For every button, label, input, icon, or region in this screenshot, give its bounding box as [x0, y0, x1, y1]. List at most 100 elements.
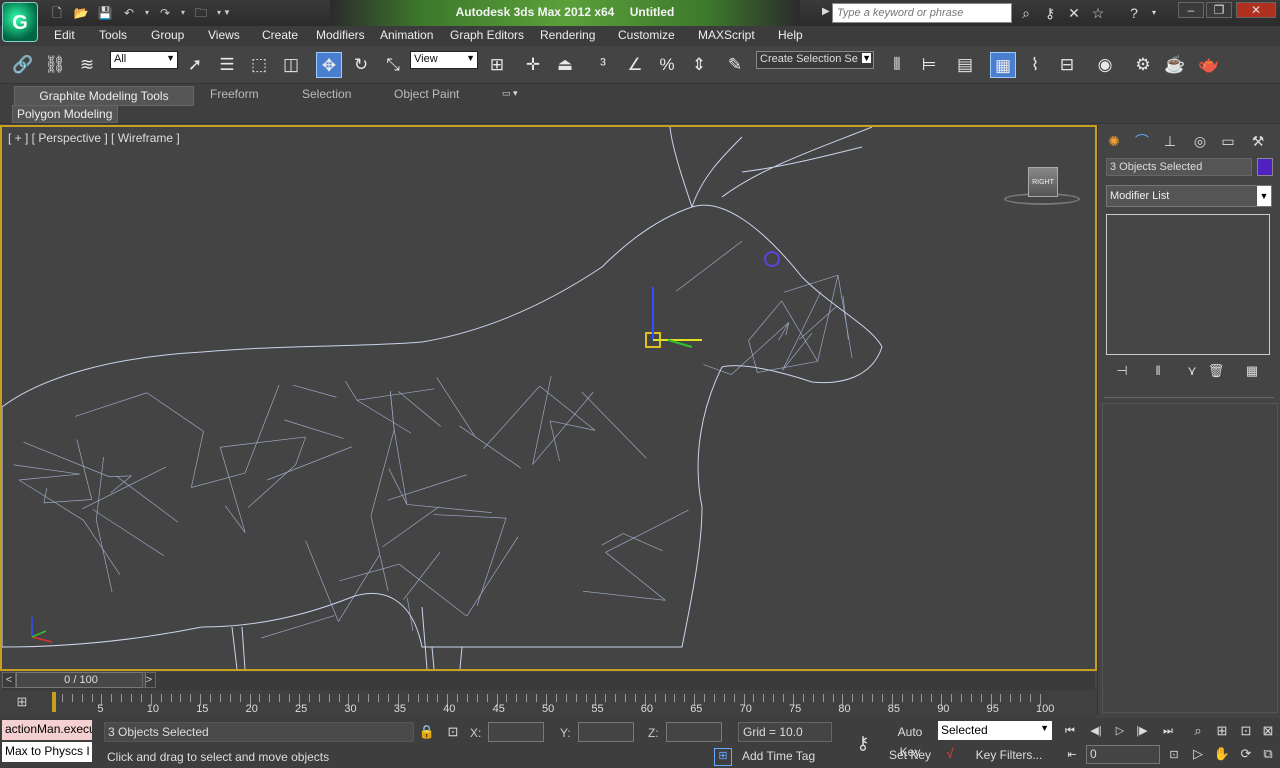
- modifier-stack[interactable]: [1106, 214, 1270, 355]
- set-key-button[interactable]: Set Key: [886, 745, 934, 765]
- snaps-toggle-icon[interactable]: ³: [590, 52, 616, 78]
- play-icon[interactable]: ▷: [1110, 722, 1130, 740]
- absolute-mode-transform-icon[interactable]: ⊡: [444, 724, 462, 742]
- deer-wireframe-model[interactable]: [2, 127, 1095, 669]
- render-production-teapot-icon[interactable]: 🫖: [1196, 52, 1222, 78]
- rectangular-selection-region-icon[interactable]: ⬚: [246, 52, 272, 78]
- angle-snap-toggle-icon[interactable]: ∠: [622, 52, 648, 78]
- maximize-viewport-toggle-icon[interactable]: ⧉: [1258, 744, 1278, 764]
- make-unique-icon[interactable]: ⋎: [1182, 363, 1202, 381]
- menu-views[interactable]: Views: [208, 28, 240, 42]
- material-editor-icon[interactable]: ◉: [1092, 52, 1118, 78]
- help-dropdown-icon[interactable]: ▾: [1144, 4, 1164, 22]
- hierarchy-tab-icon[interactable]: ⊥: [1158, 129, 1182, 153]
- search-expand-icon[interactable]: ▶: [822, 6, 830, 17]
- pan-view-hand-icon[interactable]: ✋: [1212, 744, 1232, 764]
- close-button[interactable]: ✕: [1236, 2, 1276, 18]
- unlink-selection-icon[interactable]: ⛓: [42, 52, 68, 78]
- go-to-end-icon[interactable]: ⏭: [1158, 722, 1178, 740]
- create-tab-sun-icon[interactable]: ✺: [1102, 129, 1126, 153]
- configure-modifier-sets-icon[interactable]: ▦: [1242, 363, 1262, 381]
- percent-snap-toggle-icon[interactable]: %: [654, 52, 680, 78]
- track-bar[interactable]: ⊞ 5 10 15 20 25 30 35 40 45 50 55 60 65 70 75 80 85 90 95 1…: [0, 690, 1097, 718]
- redo-dropdown-icon[interactable]: ▾: [174, 5, 192, 21]
- help-icon[interactable]: ?: [1124, 4, 1144, 22]
- save-file-icon[interactable]: 💾: [96, 5, 114, 21]
- menu-edit[interactable]: Edit: [54, 28, 75, 42]
- utilities-tab-hammer-icon[interactable]: ⚒: [1246, 129, 1270, 153]
- orbit-icon[interactable]: ⟳: [1236, 744, 1256, 764]
- ribbon-tab-object-paint[interactable]: Object Paint: [394, 87, 459, 101]
- previous-frame-icon[interactable]: ◀|: [1086, 722, 1106, 740]
- y-coordinate-field[interactable]: [578, 722, 634, 742]
- select-and-link-icon[interactable]: 🔗: [10, 52, 36, 78]
- keyboard-shortcut-override-icon[interactable]: ⏏: [552, 52, 578, 78]
- select-and-move-icon[interactable]: ✥: [316, 52, 342, 78]
- edit-named-selection-sets-icon[interactable]: ✎: [722, 52, 748, 78]
- zoom-extents-icon[interactable]: ⊡: [1236, 721, 1256, 741]
- object-name-field[interactable]: 3 Objects Selected: [1106, 158, 1252, 176]
- current-frame-field[interactable]: 0: [1086, 745, 1160, 764]
- redo-icon[interactable]: ↷: [156, 5, 174, 21]
- application-menu-button[interactable]: G: [2, 2, 38, 42]
- menu-help[interactable]: Help: [778, 28, 803, 42]
- subscription-key-icon[interactable]: ⚷: [1040, 4, 1060, 22]
- maxscript-listener-input[interactable]: Max to Physcs I: [2, 742, 92, 762]
- time-slider-prev-button[interactable]: <: [2, 672, 16, 688]
- mirror-icon[interactable]: ⫴: [884, 52, 910, 78]
- reference-coordinate-dropdown[interactable]: View ▼: [410, 51, 478, 69]
- time-slider-thumb[interactable]: 0 / 100: [16, 672, 146, 688]
- current-frame-marker[interactable]: [52, 692, 56, 712]
- customize-quick-access-icon[interactable]: ▼: [218, 5, 236, 21]
- project-folder-icon[interactable]: 🗀: [192, 5, 210, 21]
- menu-group[interactable]: Group: [151, 28, 184, 42]
- rendered-frame-window-icon[interactable]: ☕: [1162, 52, 1188, 78]
- zoom-extents-all-icon[interactable]: ⊠: [1258, 721, 1278, 741]
- show-end-result-icon[interactable]: ‖: [1148, 363, 1168, 381]
- spinner-snap-toggle-icon[interactable]: ⇕: [686, 52, 712, 78]
- ribbon-tab-selection[interactable]: Selection: [302, 87, 351, 101]
- schematic-view-icon[interactable]: ⊟: [1054, 52, 1080, 78]
- render-setup-icon[interactable]: ⚙: [1130, 52, 1156, 78]
- zoom-all-icon[interactable]: ⊞: [1212, 721, 1232, 741]
- select-and-rotate-icon[interactable]: ↻: [348, 52, 374, 78]
- mini-curve-editor-icon[interactable]: ⊞: [10, 694, 34, 710]
- curve-editor-icon[interactable]: ⌇: [1022, 52, 1048, 78]
- menu-maxscript[interactable]: MAXScript: [698, 28, 755, 42]
- gizmo-z-axis[interactable]: [667, 339, 693, 348]
- key-filters-button[interactable]: Key Filters...: [966, 745, 1052, 765]
- set-keys-key-icon[interactable]: ⚷: [846, 728, 880, 758]
- key-mode-toggle-icon[interactable]: ⇤: [1062, 746, 1082, 764]
- window-crossing-icon[interactable]: ◫: [278, 52, 304, 78]
- time-slider-next-button[interactable]: >: [142, 672, 156, 688]
- time-configuration-icon[interactable]: ⊡: [1164, 746, 1184, 764]
- object-color-swatch[interactable]: [1257, 158, 1273, 176]
- undo-dropdown-icon[interactable]: ▾: [138, 5, 156, 21]
- default-tangent-icon[interactable]: √: [940, 745, 960, 765]
- field-of-view-icon[interactable]: ▷: [1188, 744, 1208, 764]
- ribbon-tab-graphite-modeling-tools[interactable]: Graphite Modeling Tools: [14, 86, 194, 106]
- time-tag-icon[interactable]: ⊞: [714, 748, 732, 766]
- graphite-modeling-tools-toggle-icon[interactable]: ▦: [990, 52, 1016, 78]
- key-mode-dropdown[interactable]: Selected ▼: [938, 721, 1052, 740]
- auto-key-button[interactable]: Auto Key: [886, 722, 934, 759]
- minimize-button[interactable]: –: [1178, 2, 1204, 18]
- x-coordinate-field[interactable]: [488, 722, 544, 742]
- align-icon[interactable]: ⊨: [916, 52, 942, 78]
- ribbon-options-dropdown-icon[interactable]: ▭ ▾: [502, 88, 528, 102]
- new-file-icon[interactable]: 🗋: [48, 5, 66, 21]
- communication-center-icon[interactable]: ✕: [1064, 4, 1084, 22]
- infocenter-search-input[interactable]: Type a keyword or phrase: [832, 3, 1012, 23]
- display-tab-icon[interactable]: ▭: [1216, 129, 1240, 153]
- menu-create[interactable]: Create: [262, 28, 298, 42]
- menu-modifiers[interactable]: Modifiers: [316, 28, 365, 42]
- track-ruler[interactable]: 5 10 15 20 25 30 35 40 45 50 55 60 65 70 75 80 85 90 95 100: [52, 690, 1054, 718]
- next-frame-icon[interactable]: |▶: [1132, 722, 1152, 740]
- select-and-scale-icon[interactable]: ⤡: [380, 52, 406, 78]
- menu-rendering[interactable]: Rendering: [540, 28, 595, 42]
- add-time-tag-button[interactable]: Add Time Tag: [738, 746, 832, 766]
- z-coordinate-field[interactable]: [666, 722, 722, 742]
- maximize-button[interactable]: ❐: [1206, 2, 1232, 18]
- named-selection-sets-input[interactable]: Create Selection Se ▼: [756, 51, 874, 69]
- polygon-modeling-panel[interactable]: Polygon Modeling: [12, 105, 118, 123]
